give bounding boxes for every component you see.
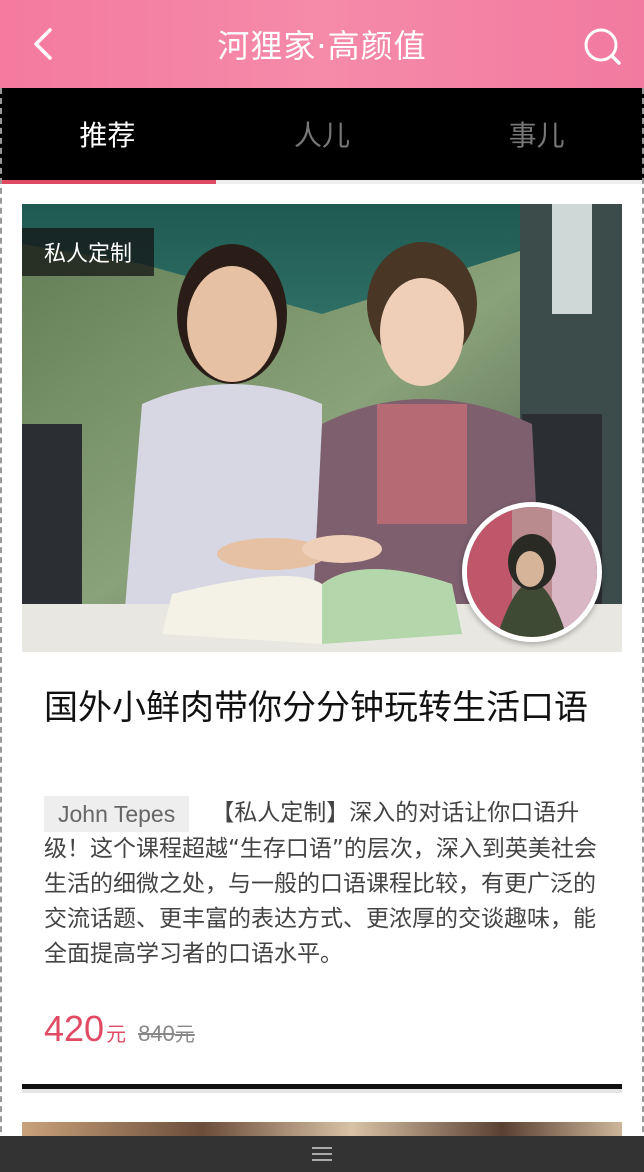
tab-recommend[interactable]: 推荐 xyxy=(0,88,215,180)
current-price-unit: 元 xyxy=(106,1022,127,1046)
tab-bar: 推荐 人儿 事儿 xyxy=(0,88,644,180)
original-price-value: 840 xyxy=(138,1021,175,1046)
course-title[interactable]: 国外小鲜肉带你分分钟玩转生活口语 xyxy=(44,686,604,730)
tab-events[interactable]: 事儿 xyxy=(429,88,644,180)
search-button[interactable] xyxy=(580,24,624,68)
back-button[interactable] xyxy=(22,24,62,64)
bottom-bar xyxy=(0,1136,644,1172)
course-description: John Tepes 【私人定制】深入的对话让你口语升级！这个课程超越“生存口语”… xyxy=(44,796,606,972)
left-border xyxy=(0,88,2,1172)
header-bar: 河狸家·高颜值 xyxy=(0,0,644,88)
original-price-unit: 元 xyxy=(174,1022,195,1046)
menu-icon[interactable] xyxy=(311,1145,333,1163)
page-title: 河狸家·高颜值 xyxy=(217,27,427,65)
active-tab-indicator xyxy=(0,180,216,184)
custom-badge: 私人定制 xyxy=(22,228,155,276)
tab-label: 人儿 xyxy=(293,119,350,152)
tab-label: 推荐 xyxy=(79,119,136,152)
author-tag[interactable]: John Tepes xyxy=(44,796,190,832)
price-row: 420 元 840元 xyxy=(44,1008,195,1050)
current-price: 420 xyxy=(44,1008,105,1049)
card-divider-shadow xyxy=(22,1089,622,1093)
chevron-left-icon xyxy=(34,28,52,60)
search-icon xyxy=(584,28,621,65)
tab-people[interactable]: 人儿 xyxy=(215,88,430,180)
avatar[interactable] xyxy=(462,502,602,642)
original-price: 840元 xyxy=(138,1018,195,1047)
tab-label: 事儿 xyxy=(508,119,565,152)
